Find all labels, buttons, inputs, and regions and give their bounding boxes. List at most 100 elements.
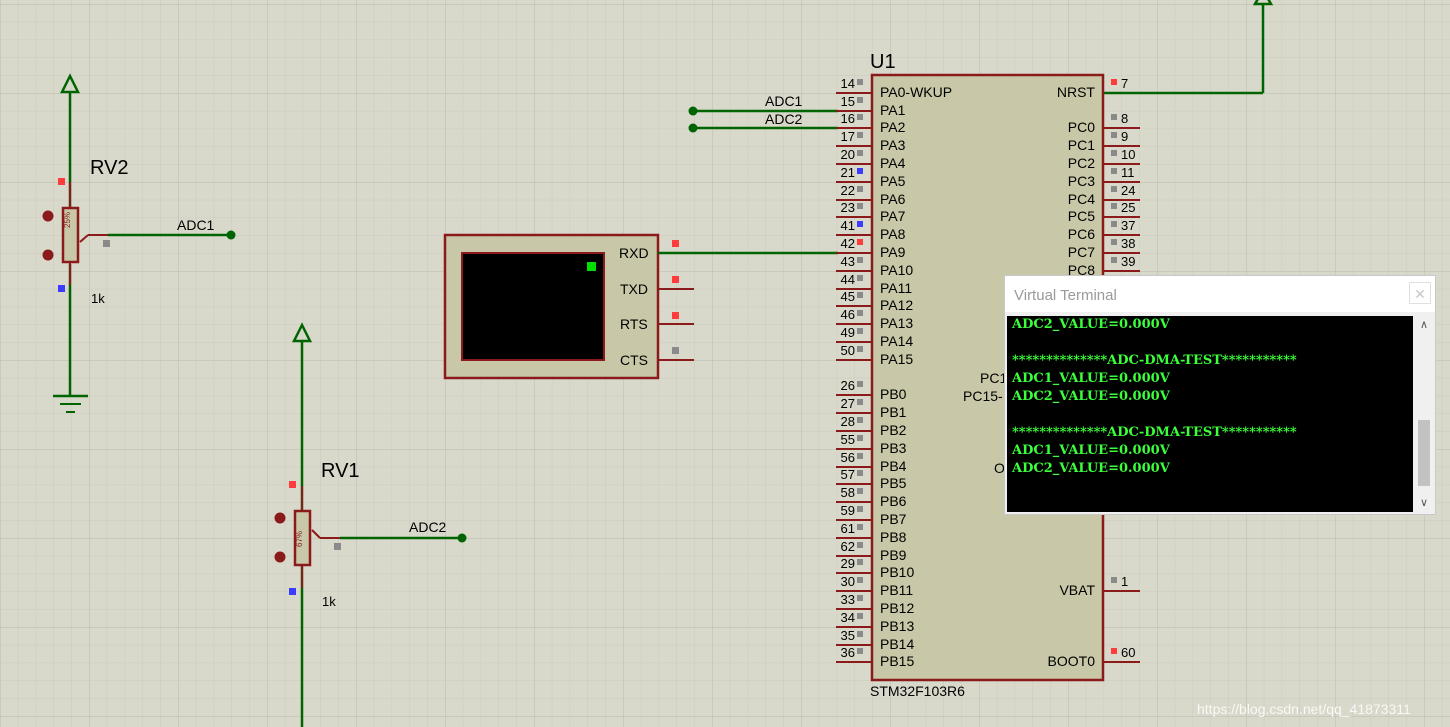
mcu-pin-number: 44 — [840, 272, 855, 287]
mcu-pin-name: PB8 — [880, 529, 907, 545]
mcu-pin-number: 15 — [840, 94, 855, 109]
junction-dot — [457, 533, 467, 543]
mcu-pin-number: 20 — [840, 147, 855, 162]
window-title: Virtual Terminal — [1014, 287, 1117, 304]
mcu-pin-name: PB2 — [880, 422, 907, 438]
mcu-pin-number: 56 — [840, 450, 855, 465]
mcu-pin-number: 21 — [840, 165, 855, 180]
mcu-pin-number: 11 — [1121, 165, 1135, 180]
mcu-pin-name: PA2 — [880, 119, 906, 135]
scroll-up-icon[interactable]: ∧ — [1415, 316, 1433, 334]
increment-button-icon[interactable] — [42, 210, 54, 222]
mcu-pin-name: PB5 — [880, 475, 907, 491]
mcu-pin-number: 45 — [840, 289, 855, 304]
mcu-pin-name: PB9 — [880, 547, 907, 563]
mcu-pin-name: NRST — [1056, 84, 1095, 100]
mcu-pin-name: PA11 — [880, 280, 913, 296]
mcu-pin-number: 17 — [840, 129, 855, 144]
mcu-pin-name: PC2 — [1067, 155, 1095, 171]
mcu-pin-number: 59 — [840, 503, 855, 518]
mcu-pin-name: PA12 — [880, 297, 914, 313]
window-titlebar[interactable]: Virtual Terminal ✕ — [1005, 276, 1435, 312]
virtual-terminal-window[interactable]: Virtual Terminal ✕ ADC2_VALUE=0.000V ****… — [1004, 275, 1436, 515]
decrement-button-icon[interactable] — [274, 551, 286, 563]
mcu-pin-number: 49 — [840, 325, 855, 340]
increment-button-icon[interactable] — [274, 512, 286, 524]
rv2-ref-label: RV2 — [90, 157, 129, 179]
mcu-pin-name: PC7 — [1067, 244, 1095, 260]
mcu-pin-name: PB4 — [880, 458, 907, 474]
mcu-ref-label: U1 — [870, 51, 896, 73]
mcu-pin-number: 34 — [840, 610, 855, 625]
mcu-pin-name: PB12 — [880, 600, 915, 616]
mcu-pin-number: 33 — [840, 592, 855, 607]
mcu-pin-name: PB7 — [880, 511, 907, 527]
mcu-pin-name: PC4 — [1067, 191, 1095, 207]
mcu-pin-number: 28 — [840, 414, 855, 429]
terminal-line: **************ADC-DMA-TEST*********** — [1012, 425, 1297, 440]
mcu-pin-name: PA9 — [880, 244, 906, 260]
mcu-pin-name: PA14 — [880, 333, 914, 349]
mcu-pin-name: PC1 — [1067, 137, 1095, 153]
mcu-pin-name: PB11 — [880, 582, 914, 598]
rv1-ref-label: RV1 — [321, 460, 360, 482]
mcu-pin-name: PA13 — [880, 315, 914, 331]
mcu-pin-name: PA1 — [880, 102, 906, 118]
terminal-line: ADC2_VALUE=0.000V — [1012, 389, 1170, 404]
terminal-line: ADC1_VALUE=0.000V — [1012, 443, 1170, 458]
mcu-pin-number: 62 — [840, 539, 855, 554]
mcu-pin-number: 58 — [840, 485, 855, 500]
scrollbar-thumb[interactable] — [1418, 420, 1430, 486]
vt-pin-txd: TXD — [620, 281, 648, 297]
rv2-wiper-percent: 25% — [63, 211, 72, 228]
mcu-pin-name: PA7 — [880, 208, 906, 224]
rv1-value-label: 1k — [322, 594, 336, 609]
mcu-pin-number: 10 — [1121, 147, 1136, 162]
mcu-pin-name: PA0-WKUP — [880, 84, 953, 100]
mcu-pin-number: 30 — [840, 574, 855, 589]
mcu-pin-name: BOOT0 — [1047, 653, 1095, 669]
mcu-pin-number: 35 — [840, 628, 855, 643]
mcu-pin-name: PA10 — [880, 262, 914, 278]
mcu-pin-number: 50 — [840, 343, 855, 358]
mcu-pin-number: 60 — [1121, 645, 1136, 660]
mcu-pin-number: 8 — [1121, 111, 1129, 126]
mcu-pin-name: PB3 — [880, 440, 907, 456]
close-icon[interactable]: ✕ — [1409, 282, 1431, 304]
vertical-scrollbar[interactable]: ∧ ∨ — [1415, 316, 1433, 512]
mcu-pin-name: PA5 — [880, 173, 906, 189]
mcu-pin-number: 39 — [1121, 254, 1136, 269]
mcu-pin-name: PB13 — [880, 618, 915, 634]
mcu-pin-name: PA3 — [880, 137, 906, 153]
terminal-line: ADC1_VALUE=0.000V — [1012, 371, 1170, 386]
mcu-pin-number: 26 — [840, 378, 855, 393]
rv2-net-label: ADC1 — [177, 217, 215, 233]
mcu-pin-number: 22 — [840, 183, 855, 198]
mcu-pin-number: 24 — [1121, 183, 1136, 198]
mcu-pin-number: 7 — [1121, 76, 1129, 91]
terminal-line: **************ADC-DMA-TEST*********** — [1012, 353, 1297, 368]
mcu-pin-number: 23 — [840, 200, 855, 215]
mcu-pin-name: PA6 — [880, 191, 906, 207]
status-led-icon — [587, 262, 596, 271]
vt-pin-rts: RTS — [620, 316, 648, 332]
scroll-down-icon[interactable]: ∨ — [1415, 494, 1433, 512]
terminal-output[interactable]: ADC2_VALUE=0.000V **************ADC-DMA-T… — [1007, 316, 1413, 512]
mcu-pin-name: PB6 — [880, 493, 907, 509]
mcu-pin-number: 42 — [840, 236, 855, 251]
net-label-adc1: ADC1 — [765, 93, 803, 109]
mcu-pin-name: PB1 — [880, 404, 907, 420]
rv1-wiper-percent: 67% — [295, 530, 304, 547]
mcu-pin-name: PB14 — [880, 636, 915, 652]
mcu-pin-number: 36 — [840, 645, 855, 660]
mcu-pin-name: PA8 — [880, 226, 906, 242]
mcu-pin-number: 14 — [840, 76, 855, 91]
mcu-pin-number: 27 — [840, 396, 855, 411]
net-label-adc2: ADC2 — [765, 111, 803, 127]
mcu-pin-number: 9 — [1121, 129, 1129, 144]
mcu-pin-name: PC0 — [1067, 119, 1095, 135]
mcu-pin-number: 61 — [840, 521, 855, 536]
decrement-button-icon[interactable] — [42, 249, 54, 261]
mcu-pin-pc15-partial: PC15- — [963, 388, 1003, 404]
mcu-pin-name: PA4 — [880, 155, 906, 171]
